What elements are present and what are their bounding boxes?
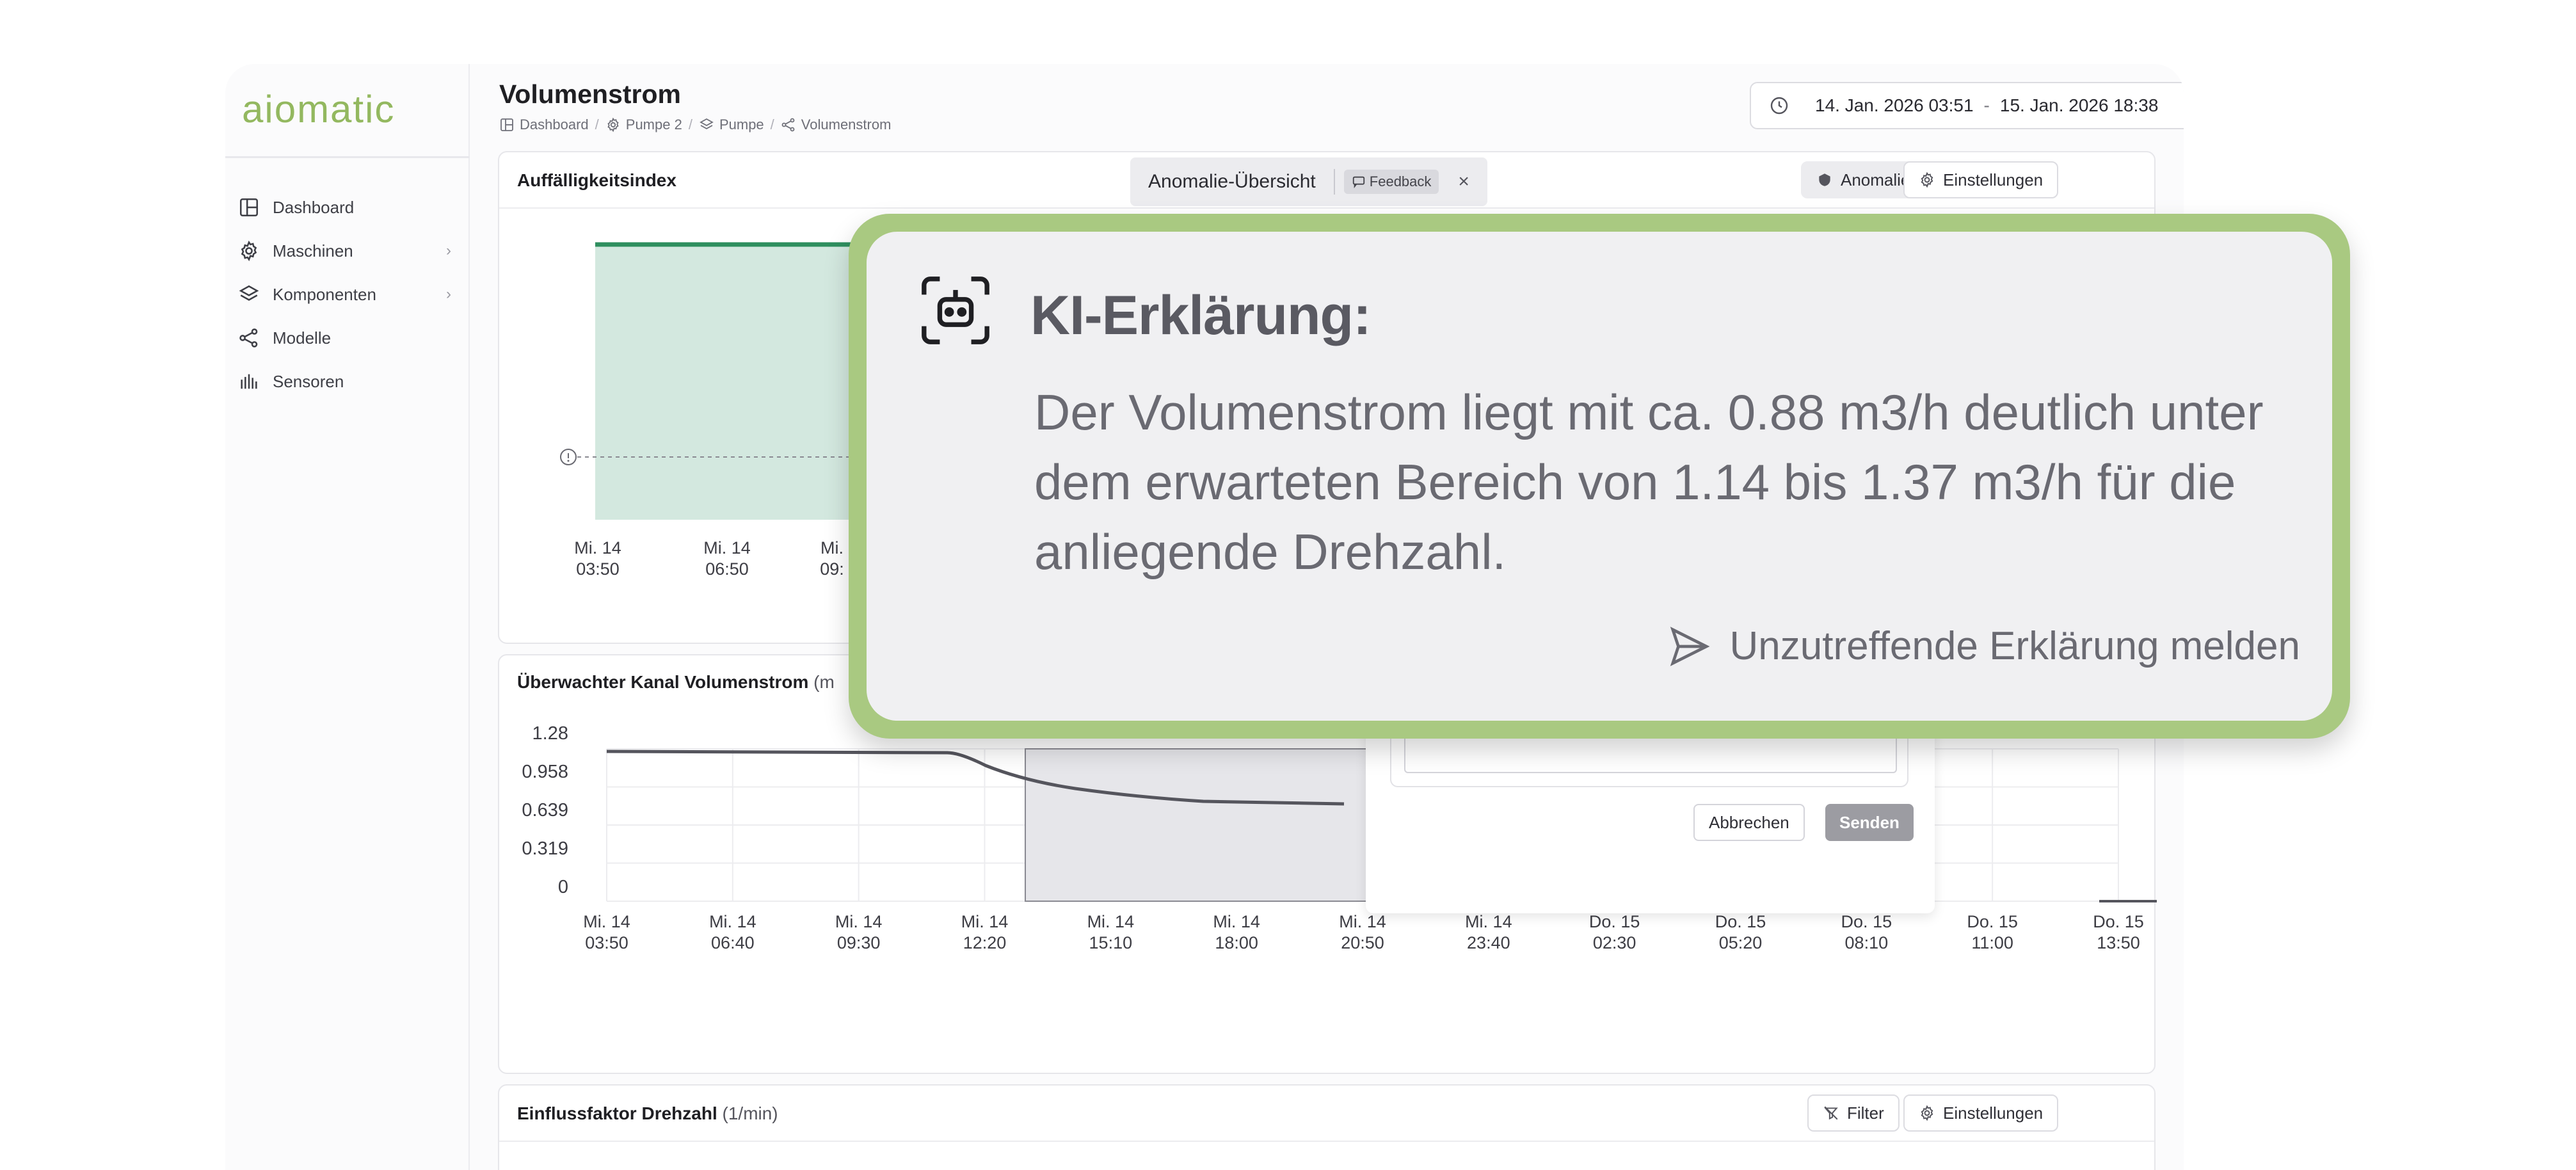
y-tick: 0.958	[522, 762, 568, 782]
breadcrumb-item[interactable]: Pumpe	[699, 116, 764, 133]
x-tick: Do. 15 13:50	[2093, 912, 2144, 952]
report-explanation-link[interactable]: Unzutreffende Erklärung melden	[1667, 623, 2300, 669]
layout-icon	[500, 118, 513, 131]
filter-button[interactable]: Filter	[1807, 1094, 1900, 1132]
gear-icon	[1921, 1105, 1933, 1121]
anomaly-overview-tab[interactable]: Anomalie-Übersicht Feedback ×	[1130, 157, 1487, 206]
y-tick: 0	[557, 877, 568, 897]
layers-icon	[239, 285, 259, 301]
anomaly-highlight-region	[1025, 748, 1373, 902]
x-tick: Do. 15 05:20	[1715, 912, 1766, 952]
x-tick: Mi. 14 12:20	[961, 912, 1009, 952]
clock-icon	[1770, 97, 1788, 115]
send-icon	[1670, 626, 1709, 666]
gear-icon	[1921, 172, 1933, 188]
date-from: 14. Jan. 2026 03:51	[1815, 95, 1974, 115]
x-tick: Mi. 14 15:10	[1087, 912, 1135, 952]
ai-explanation-title: KI-Erklärung:	[1030, 285, 1372, 346]
tab-label: Anomalie-Übersicht	[1148, 171, 1316, 192]
sidebar-item-sensoren[interactable]: Sensoren	[238, 360, 459, 403]
send-button[interactable]: Senden	[1825, 804, 1914, 841]
sidebar: aiomatic Dashboard Maschinen › Komponent…	[225, 64, 470, 1170]
sidebar-nav: Dashboard Maschinen › Komponenten › Mode…	[238, 186, 459, 403]
comment-icon	[1352, 176, 1364, 189]
x-tick: Mi. 14 18:00	[1213, 912, 1260, 952]
influence-factor-card: Einflussfaktor Drehzahl (1/min) Filter E…	[498, 1084, 2156, 1170]
close-icon[interactable]: ×	[1458, 171, 1469, 193]
y-tick: 1.28	[532, 723, 568, 744]
y-tick: 0.319	[522, 838, 568, 859]
x-tick: Mi. 14 03:50	[574, 538, 621, 579]
sidebar-divider	[225, 156, 470, 158]
x-tick: Mi. 14 06:40	[709, 912, 756, 952]
chevron-right-icon: ›	[446, 242, 451, 259]
x-tick: Do. 15 08:10	[1841, 912, 1892, 952]
gear-icon	[607, 117, 619, 132]
sidebar-item-label: Komponenten	[273, 284, 376, 304]
sidebar-item-modelle[interactable]: Modelle	[238, 316, 459, 360]
info-circle-icon[interactable]	[560, 449, 577, 465]
x-tick: Do. 15 02:30	[1588, 912, 1640, 952]
breadcrumb-item[interactable]: Dashboard	[499, 116, 589, 133]
sidebar-item-label: Maschinen	[273, 241, 353, 260]
x-tick: Mi. 14 03:50	[583, 912, 630, 952]
layers-icon	[700, 118, 714, 130]
card-header: Einflussfaktor Drehzahl (1/min) Filter E…	[499, 1086, 2154, 1142]
x-tick: Mi. 14 23:40	[1465, 912, 1512, 952]
bar-chart-icon	[241, 374, 257, 389]
date-to: 15. Jan. 2026 18:38	[1999, 95, 2159, 115]
breadcrumb-item[interactable]: Pumpe 2	[605, 116, 682, 133]
gear-icon	[241, 240, 257, 262]
ai-explanation-overlay: KI-Erklärung: Der Volumenstrom liegt mit…	[849, 214, 2350, 739]
ai-explanation-panel: KI-Erklärung: Der Volumenstrom liegt mit…	[867, 232, 2332, 721]
share-nodes-icon	[239, 328, 258, 348]
robot-icon	[922, 276, 989, 344]
y-tick: 0.639	[522, 800, 568, 821]
sidebar-item-label: Modelle	[273, 328, 332, 348]
filter-off-icon	[1824, 1106, 1838, 1120]
logo: aiomatic	[242, 88, 396, 131]
x-tick: Do. 15 11:00	[1967, 912, 2018, 952]
sidebar-item-dashboard[interactable]: Dashboard	[238, 186, 459, 229]
chevron-right-icon: ›	[446, 285, 451, 303]
sidebar-item-label: Dashboard	[273, 197, 355, 217]
settings-button[interactable]: Einstellungen	[1903, 1094, 2059, 1132]
date-range-picker[interactable]: 14. Jan. 2026 03:51 - 15. Jan. 2026 18:3…	[1750, 82, 2184, 129]
feedback-badge[interactable]: Feedback	[1343, 170, 1439, 194]
page-title: Volumenstrom	[499, 79, 681, 109]
settings-button[interactable]: Einstellungen	[1903, 161, 2059, 198]
breadcrumb: Dashboard / Pumpe 2 / Pumpe / Volumenstr…	[499, 116, 891, 133]
card-title: Auffälligkeitsindex	[517, 170, 676, 190]
sidebar-item-maschinen[interactable]: Maschinen ›	[238, 229, 459, 273]
x-tick: Mi. 14 20:50	[1339, 912, 1386, 952]
sidebar-item-komponenten[interactable]: Komponenten ›	[238, 273, 459, 316]
x-tick: Mi. 14 06:50	[703, 538, 751, 579]
breadcrumb-item[interactable]: Volumenstrom	[781, 116, 891, 133]
cancel-button[interactable]: Abbrechen	[1693, 804, 1805, 841]
card-title: Einflussfaktor Drehzahl (1/min)	[517, 1103, 778, 1123]
share-nodes-icon	[781, 118, 795, 132]
x-tick: Mi. 14 09:30	[835, 912, 883, 952]
layout-icon	[239, 198, 259, 217]
ai-explanation-text: Der Volumenstrom liegt mit ca. 0.88 m3/h…	[1034, 384, 2264, 580]
shield-icon	[1819, 173, 1830, 186]
sidebar-item-label: Sensoren	[273, 371, 344, 391]
